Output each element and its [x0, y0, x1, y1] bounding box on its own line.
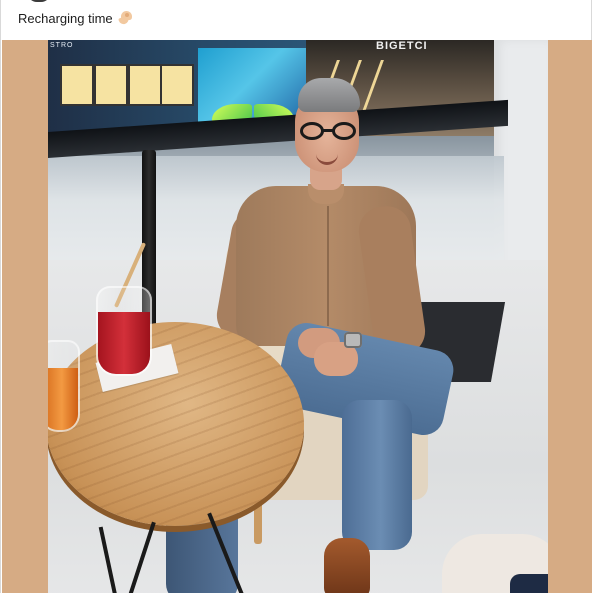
glasses-icon — [300, 122, 360, 142]
menu-board — [128, 64, 162, 106]
flexed-biceps-icon — [117, 10, 134, 26]
post-photo-container[interactable]: STRO BIGETCI — [2, 40, 592, 593]
menu-board — [60, 64, 94, 106]
post-caption: Recharging time — [18, 10, 134, 26]
post-photo[interactable]: STRO BIGETCI — [48, 40, 548, 593]
orange-drink-glass — [48, 340, 80, 432]
post-frame: Recharging time STRO BIGETCI — [0, 0, 592, 593]
menu-board — [160, 64, 194, 106]
avatar[interactable] — [27, 0, 51, 2]
red-drink-glass — [96, 286, 152, 376]
cardigan-button-line — [327, 206, 329, 326]
post-header: Recharging time — [1, 0, 591, 40]
caption-text: Recharging time — [18, 10, 113, 26]
person-shoe — [324, 538, 370, 593]
wristwatch-icon — [344, 332, 362, 348]
store-sign-left: STRO — [50, 42, 74, 49]
store-sign-right: BIGETCI — [376, 40, 428, 52]
menu-board — [94, 64, 128, 106]
wooden-table — [48, 322, 304, 526]
dark-object — [510, 574, 548, 593]
person-jeans-shin — [342, 400, 412, 550]
